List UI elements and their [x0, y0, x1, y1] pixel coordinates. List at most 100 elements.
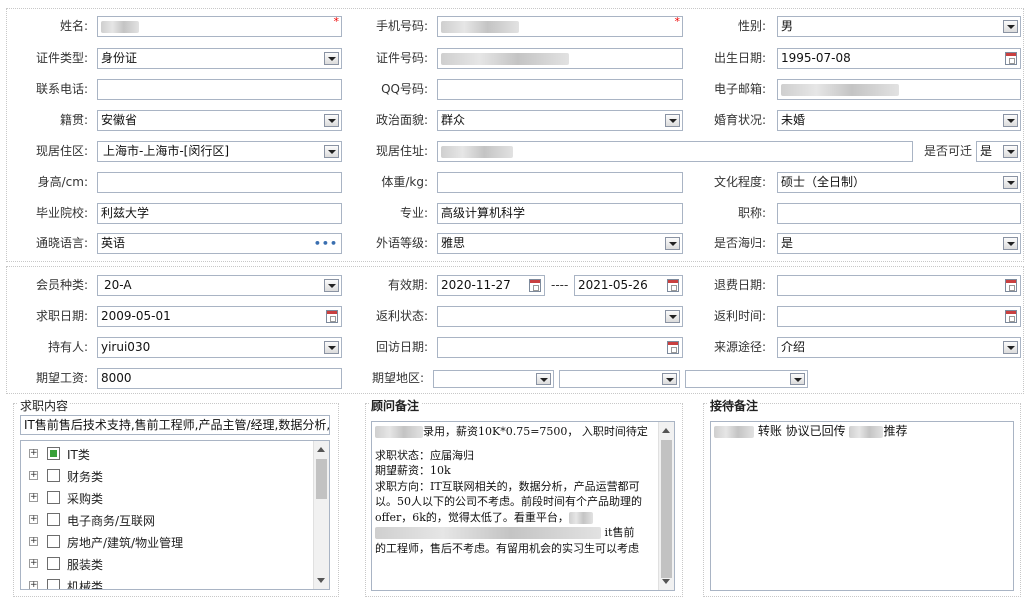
checkbox[interactable] [47, 491, 60, 504]
weight-label: 体重/kg: [381, 175, 428, 189]
native-place-select[interactable]: 安徽省 [97, 110, 342, 131]
birth-date-input[interactable]: 1995-07-08 [777, 48, 1021, 69]
id-number-input[interactable] [437, 48, 683, 69]
valid-from-input[interactable]: 2020-11-27 [437, 275, 545, 296]
scrollbar-thumb[interactable] [661, 440, 672, 578]
scroll-up-arrow[interactable] [662, 428, 670, 433]
school-input[interactable]: 利兹大学 [97, 203, 342, 224]
chevron-down-icon[interactable] [1003, 341, 1018, 354]
chevron-down-icon[interactable] [665, 114, 680, 127]
chevron-down-icon[interactable] [1003, 20, 1018, 33]
chevron-down-icon[interactable] [324, 279, 339, 292]
chevron-down-icon[interactable] [324, 341, 339, 354]
expand-icon[interactable]: + [29, 559, 38, 568]
scrollbar-thumb[interactable] [316, 459, 327, 499]
tree-scrollbar[interactable] [313, 441, 329, 589]
address-input[interactable] [437, 141, 913, 162]
expected-salary-input[interactable]: 8000 [97, 368, 342, 389]
chevron-down-icon[interactable] [790, 373, 805, 385]
major-input[interactable]: 高级计算机科学 [437, 203, 683, 224]
expand-icon[interactable]: + [29, 515, 38, 524]
note-text: 录用，薪资10K*0.75=7500， 入职时间待定 [423, 425, 648, 438]
expand-icon[interactable]: + [29, 471, 38, 480]
political-status-select[interactable]: 群众 [437, 110, 683, 131]
checkbox-checked[interactable] [47, 447, 60, 460]
chevron-down-icon[interactable] [324, 114, 339, 127]
chevron-down-icon[interactable] [665, 237, 680, 250]
checkbox[interactable] [47, 513, 60, 526]
id-type-select[interactable]: 身份证 [97, 48, 342, 69]
job-category-tree[interactable]: + IT类 + 财务类 + 采购类 + 电子商务/互联网 + 房地产/建筑/物业… [20, 440, 330, 590]
expand-icon[interactable]: + [29, 449, 38, 458]
marital-status-select[interactable]: 未婚 [777, 110, 1021, 131]
note-line: it售前 [375, 525, 652, 541]
checkbox[interactable] [47, 535, 60, 548]
title-input[interactable] [777, 203, 1021, 224]
chevron-down-icon[interactable] [1003, 237, 1018, 250]
expand-icon[interactable]: + [29, 537, 38, 546]
qq-input[interactable] [437, 79, 683, 100]
valid-to-input[interactable]: 2021-05-26 [574, 275, 683, 296]
calendar-icon[interactable] [1005, 310, 1017, 323]
chevron-down-icon[interactable] [1003, 176, 1018, 189]
name-input[interactable]: * [97, 16, 342, 37]
member-type-select[interactable]: 20-A [97, 275, 342, 296]
region-province-select[interactable] [433, 370, 554, 388]
scroll-up-arrow[interactable] [317, 447, 325, 452]
refund-date-input[interactable] [777, 275, 1021, 296]
expand-icon[interactable]: + [29, 581, 38, 589]
tree-item-label: 机械类 [67, 580, 104, 590]
chevron-down-icon[interactable] [665, 310, 680, 323]
calendar-icon[interactable] [1005, 52, 1017, 65]
residence-area-select[interactable]: 上海市-上海市-[闵行区] [97, 141, 342, 162]
overseas-select[interactable]: 是 [777, 233, 1021, 254]
rebate-time-input[interactable] [777, 306, 1021, 327]
chevron-down-icon[interactable] [1003, 114, 1018, 127]
more-options-icon[interactable]: ••• [314, 238, 338, 249]
region-district-select[interactable] [685, 370, 808, 388]
checkbox[interactable] [47, 469, 60, 482]
chevron-down-icon[interactable] [1003, 145, 1018, 158]
chevron-down-icon[interactable] [662, 373, 677, 385]
calendar-icon[interactable] [1005, 279, 1017, 292]
tel-input[interactable] [97, 79, 342, 100]
marital-status-value: 未婚 [781, 113, 806, 127]
calendar-icon[interactable] [529, 279, 541, 292]
calendar-icon[interactable] [667, 341, 679, 354]
job-intent-summary[interactable]: IT售前售后技术支持,售前工程师,产品主管/经理,数据分析, [20, 415, 330, 435]
note-line: 求职状态：应届海归 [375, 448, 474, 462]
rebate-status-select[interactable] [437, 306, 683, 327]
reception-note-line: 转账 协议已回传 推荐 [714, 424, 1010, 440]
source-select[interactable]: 介绍 [777, 337, 1021, 358]
revisit-date-input[interactable] [437, 337, 683, 358]
chevron-down-icon[interactable] [536, 373, 551, 385]
weight-input[interactable] [437, 172, 683, 193]
region-city-select[interactable] [559, 370, 680, 388]
checkbox[interactable] [47, 579, 60, 589]
language-input[interactable]: 英语 ••• [97, 233, 342, 254]
job-date-input[interactable]: 2009-05-01 [97, 306, 342, 327]
scroll-down-arrow[interactable] [662, 579, 670, 584]
redacted-text [714, 425, 754, 438]
scroll-down-arrow[interactable] [317, 578, 325, 583]
expand-icon[interactable]: + [29, 493, 38, 502]
height-input[interactable] [97, 172, 342, 193]
chevron-down-icon[interactable] [324, 52, 339, 65]
calendar-icon[interactable] [667, 279, 679, 292]
major-value: 高级计算机科学 [441, 206, 526, 220]
holder-select[interactable]: yirui030 [97, 337, 342, 358]
reception-note-textarea[interactable]: 转账 协议已回传 推荐 [710, 421, 1014, 591]
consultant-note-textarea[interactable]: 录用，薪资10K*0.75=7500， 入职时间待定 求职状态：应届海归 期望薪… [371, 421, 675, 591]
phone-input[interactable]: * [437, 16, 683, 37]
relocate-select[interactable]: 是 [976, 141, 1021, 162]
email-input[interactable] [777, 79, 1021, 100]
checkbox[interactable] [47, 557, 60, 570]
note-scrollbar[interactable] [658, 422, 674, 590]
redacted-text [375, 527, 601, 539]
education-select[interactable]: 硕士（全日制） [777, 172, 1021, 193]
language-level-select[interactable]: 雅思 [437, 233, 683, 254]
gender-select[interactable]: 男 [777, 16, 1021, 37]
tel-label: 联系电话: [35, 82, 88, 96]
chevron-down-icon[interactable] [324, 145, 339, 158]
calendar-icon[interactable] [326, 310, 338, 323]
